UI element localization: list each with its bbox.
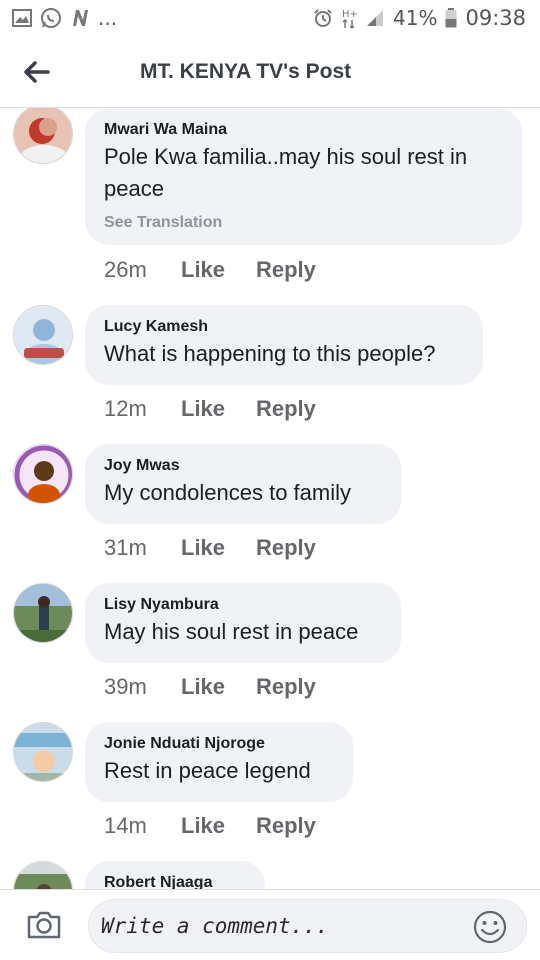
commenter-name[interactable]: Lisy Nyambura [104, 595, 381, 615]
back-button[interactable] [0, 36, 72, 108]
alarm-icon [313, 8, 333, 28]
comment-bubble: Lucy Kamesh What is happening to this pe… [85, 305, 483, 385]
comment-actions: 12m Like Reply [104, 396, 316, 422]
avatar[interactable] [13, 444, 73, 504]
camera-icon [27, 911, 61, 939]
avatar[interactable] [13, 583, 73, 643]
comment-list: Mwari Wa Maina Pole Kwa familia..may his… [0, 108, 540, 889]
comment-input[interactable] [101, 914, 461, 938]
svg-text:H+: H+ [342, 9, 357, 20]
comment-time[interactable]: 31m [104, 535, 181, 561]
battery-percent: 41% [393, 6, 438, 30]
post-header: MT. KENYA TV's Post [0, 36, 540, 108]
comment-text-line: Pole Kwa familia..may his soul rest in [104, 144, 468, 169]
image-icon [12, 9, 32, 27]
battery-icon [445, 8, 457, 28]
avatar[interactable] [13, 108, 73, 164]
comment-composer [0, 889, 540, 960]
like-button[interactable]: Like [181, 535, 256, 561]
comment-text: What is happening to this people? [104, 341, 436, 366]
comment-time[interactable]: 26m [104, 257, 181, 283]
comment-actions: 31m Like Reply [104, 535, 316, 561]
commenter-name[interactable]: Jonie Nduati Njoroge [104, 734, 333, 754]
comment-text-line: peace [104, 176, 164, 201]
see-translation-link[interactable]: See Translation [104, 213, 502, 233]
comment-text: Rest in peace legend [104, 758, 311, 783]
like-button[interactable]: Like [181, 257, 256, 283]
smiley-icon[interactable] [472, 909, 508, 945]
commenter-name[interactable]: Mwari Wa Maina [104, 120, 502, 140]
whatsapp-icon [40, 7, 62, 29]
status-time: 09:38 [465, 6, 526, 30]
comment-bubble: Lisy Nyambura May his soul rest in peace [85, 583, 401, 663]
reply-button[interactable]: Reply [256, 257, 316, 283]
avatar[interactable] [13, 722, 73, 782]
comment-time[interactable]: 12m [104, 396, 181, 422]
comment-actions: 26m Like Reply [104, 257, 316, 283]
like-button[interactable]: Like [181, 674, 256, 700]
n-icon [70, 8, 90, 28]
comment-time[interactable]: 14m [104, 813, 181, 839]
comment-input-wrapper [88, 899, 527, 953]
reply-button[interactable]: Reply [256, 535, 316, 561]
like-button[interactable]: Like [181, 396, 256, 422]
comment-text: Pole Kwa familia..may his soul rest in p… [104, 141, 502, 205]
like-button[interactable]: Like [181, 813, 256, 839]
status-left: ... [12, 6, 117, 30]
status-more: ... [98, 6, 118, 30]
commenter-name[interactable]: Joy Mwas [104, 456, 381, 476]
comment-actions: 39m Like Reply [104, 674, 316, 700]
avatar[interactable] [13, 861, 73, 889]
comment-actions: 14m Like Reply [104, 813, 316, 839]
network-icon: H+ [341, 7, 357, 29]
comment-bubble: Joy Mwas My condolences to family [85, 444, 401, 524]
status-bar: ... H+ 41% 09:38 [0, 0, 540, 36]
commenter-name[interactable]: Robert Njaaga [104, 873, 245, 889]
reply-button[interactable]: Reply [256, 813, 316, 839]
page-title: MT. KENYA TV's Post [140, 59, 352, 83]
comment-bubble: Robert Njaaga [85, 861, 265, 889]
comment-time[interactable]: 39m [104, 674, 181, 700]
reply-button[interactable]: Reply [256, 674, 316, 700]
comment-bubble: Mwari Wa Maina Pole Kwa familia..may his… [85, 108, 522, 245]
signal-icon [365, 8, 385, 28]
reply-button[interactable]: Reply [256, 396, 316, 422]
camera-button[interactable] [0, 890, 88, 960]
comment-text: May his soul rest in peace [104, 619, 359, 644]
comment-text: My condolences to family [104, 480, 351, 505]
avatar[interactable] [13, 305, 73, 365]
status-right: H+ 41% 09:38 [313, 6, 526, 30]
commenter-name[interactable]: Lucy Kamesh [104, 317, 463, 337]
back-arrow-icon [24, 60, 50, 83]
comment-bubble: Jonie Nduati Njoroge Rest in peace legen… [85, 722, 353, 802]
